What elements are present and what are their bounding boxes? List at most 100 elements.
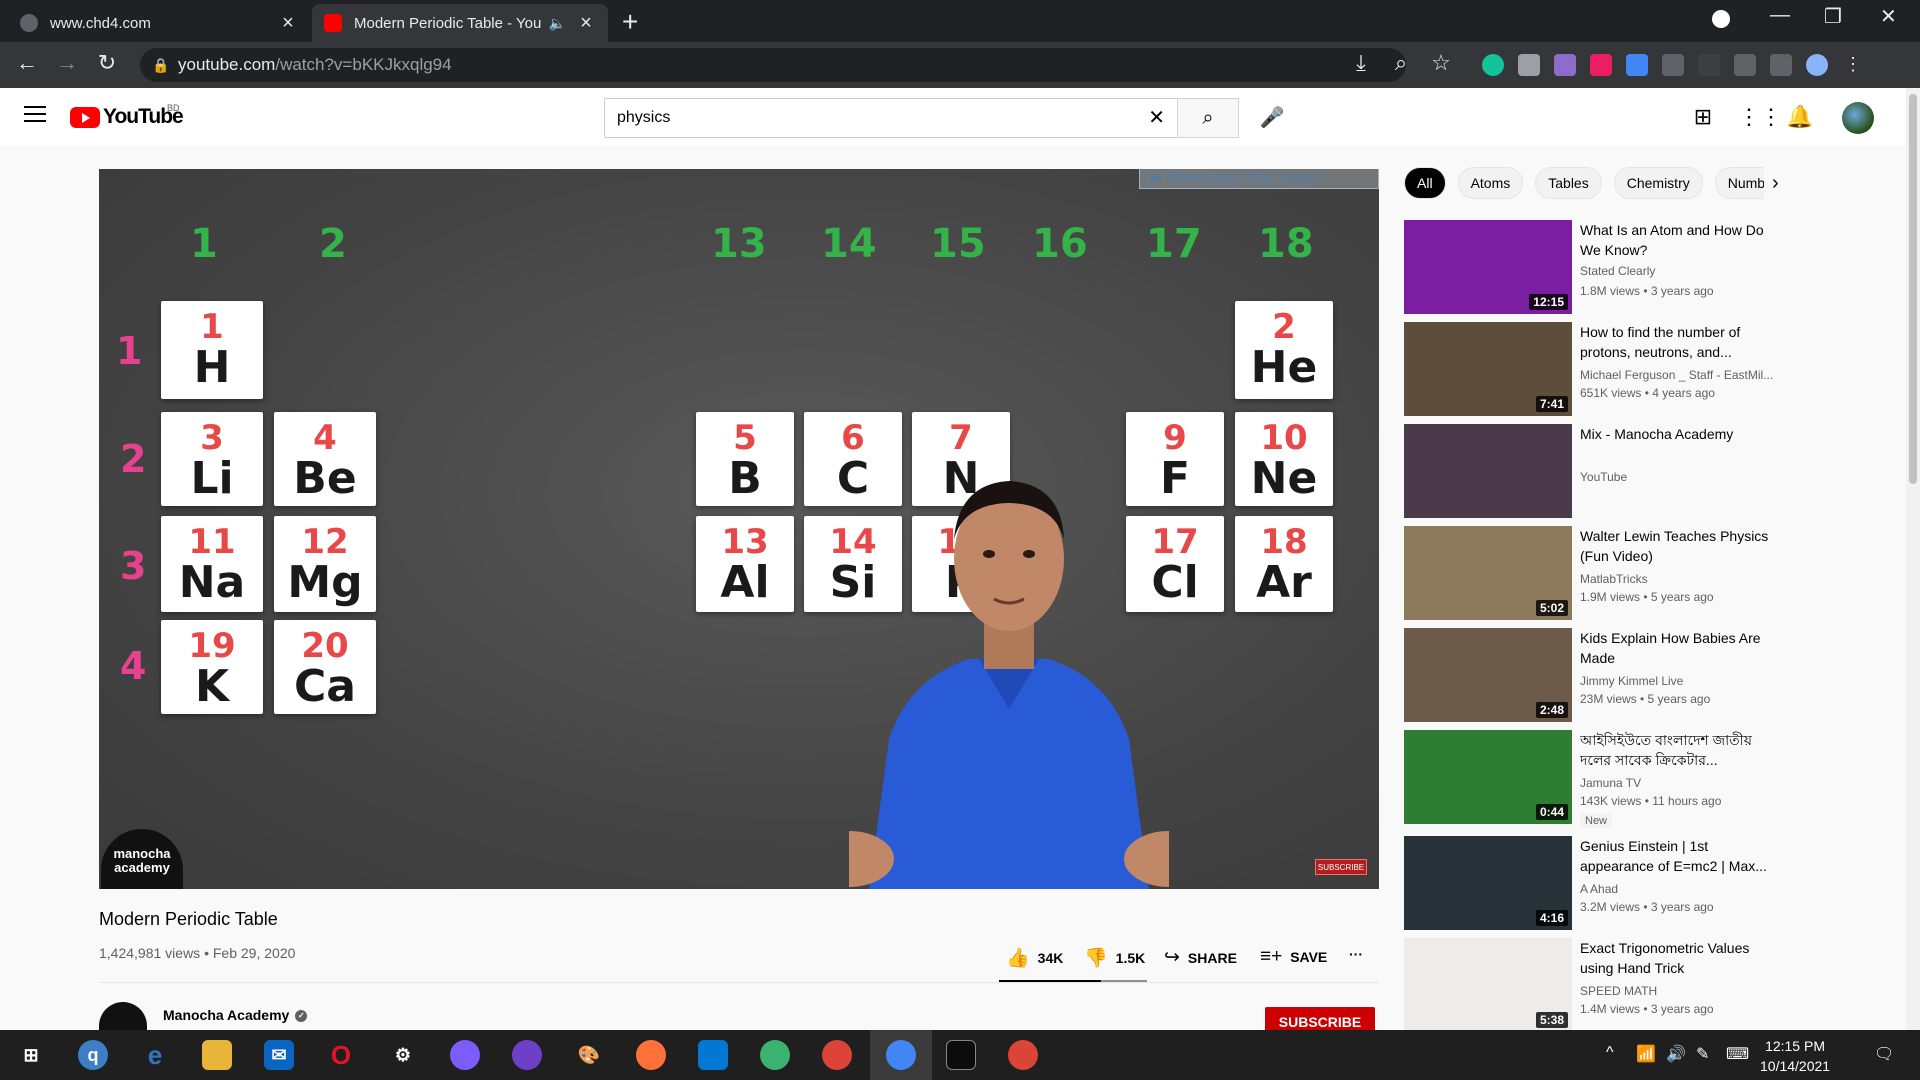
close-tab-icon[interactable]: × [278,12,298,35]
profile-icon[interactable] [1806,54,1828,76]
recommendation-channel[interactable]: Michael Ferguson _ Staff - EastMil... [1580,368,1790,382]
video-thumbnail[interactable] [1404,424,1572,518]
dislike-button[interactable]: 👎 1.5K [1084,946,1145,970]
recommendation-channel[interactable]: Stated Clearly [1580,264,1790,278]
reload-icon[interactable]: ↻ [92,50,122,76]
tab-search-icon[interactable] [1712,10,1730,28]
file-explorer-icon[interactable] [202,1040,232,1070]
search-button[interactable]: ⌕ [1177,98,1239,138]
recommendation-channel[interactable]: Jamuna TV [1580,776,1790,790]
grammarly-icon[interactable] [1482,54,1504,76]
extension-icon[interactable] [1554,54,1576,76]
play-extension-icon[interactable] [1590,54,1612,76]
menu-kebab-icon[interactable]: ⋮ [1842,54,1864,76]
chip-chemistry[interactable]: Chemistry [1613,167,1703,199]
chrome-active-icon[interactable] [886,1040,916,1070]
wifi-icon[interactable]: 📶 [1636,1044,1656,1064]
video-thumbnail[interactable]: 7:41 [1404,322,1572,416]
address-bar[interactable]: 🔒 youtube.com/watch?v=bKKJkxqlg94 [140,48,1406,82]
like-button[interactable]: 👍 34K [1006,946,1063,970]
opera-icon[interactable]: O [326,1040,356,1070]
firefox-icon[interactable] [636,1040,666,1070]
apps-grid-icon[interactable]: ⋮⋮ [1738,104,1782,130]
messenger-icon[interactable] [450,1040,480,1070]
screen-extension-icon[interactable] [1662,54,1684,76]
recommendation-item[interactable]: 2:48 Kids Explain How Babies Are Made Jimm… [1404,628,1904,723]
recommendation-title[interactable]: What Is an Atom and How Do We Know? [1580,220,1784,260]
channel-name[interactable]: Manocha Academy ✓ [163,1007,308,1023]
speaker-icon[interactable]: 🔈 [549,15,566,32]
channel-watermark[interactable]: manocha academy [101,829,183,889]
microphone-icon[interactable]: 🎤 [1254,100,1290,136]
video-thumbnail[interactable]: 5:38 [1404,938,1572,1032]
youtube-logo[interactable]: YouTube BD [70,103,184,129]
video-player[interactable]: ▶ Download this video 1 2 13 14 15 16 17… [99,169,1379,889]
clear-search-icon[interactable]: ✕ [1148,99,1165,137]
puzzle-icon[interactable] [1734,54,1756,76]
new-tab-button[interactable]: + [622,6,638,38]
recommendation-title[interactable]: Genius Einstein | 1st appearance of E=mc… [1580,836,1784,876]
recommendation-item[interactable]: Mix - Manocha Academy YouTube [1404,424,1904,519]
chip-all[interactable]: All [1404,167,1446,199]
save-button[interactable]: ≡+ SAVE [1260,946,1327,968]
pen-extension-icon[interactable] [1698,54,1720,76]
channel-avatar[interactable] [99,1002,147,1030]
recommendation-item[interactable]: 12:15 What Is an Atom and How Do We Know?… [1404,220,1904,315]
install-icon[interactable]: ⤓ [1346,50,1376,76]
reading-list-icon[interactable] [1770,54,1792,76]
close-tab-icon[interactable]: × [576,12,596,35]
download-video-overlay[interactable]: ▶ Download this video [1139,169,1379,189]
chip-atoms[interactable]: Atoms [1457,167,1524,199]
recommendation-title[interactable]: Kids Explain How Babies Are Made [1580,628,1784,668]
pen-icon[interactable]: ✎ [1696,1044,1709,1064]
recommendation-title[interactable]: How to find the number of protons, neutr… [1580,322,1784,362]
recommendation-item[interactable]: 5:02 Walter Lewin Teaches Physics (Fun Vi… [1404,526,1904,621]
mail-icon[interactable]: ✉ [264,1040,294,1070]
recommendation-title[interactable]: আইসিইউতে বাংলাদেশ জাতীয় দলের সাবেক ক্রি… [1580,730,1784,770]
chip-numbers[interactable]: Numb [1714,167,1764,199]
terminal-icon[interactable] [946,1040,976,1070]
vscode-icon[interactable] [698,1040,728,1070]
bookmark-star-icon[interactable]: ☆ [1426,50,1456,76]
notification-center-icon[interactable]: 🗨 [1874,1044,1894,1064]
video-thumbnail[interactable]: 5:02 [1404,526,1572,620]
more-actions-button[interactable]: ··· [1349,946,1363,962]
chip-tables[interactable]: Tables [1535,167,1602,199]
globe-app-icon[interactable] [760,1040,790,1070]
recommendation-item[interactable]: 7:41 How to find the number of protons, n… [1404,322,1904,417]
minimize-icon[interactable]: — [1770,4,1790,27]
recommendation-item[interactable]: 0:44 আইসিইউতে বাংলাদেশ জাতীয় দলের সাবেক … [1404,730,1904,828]
search-input[interactable]: physics ✕ [604,98,1178,138]
recommendation-channel[interactable]: YouTube [1580,470,1790,484]
video-thumbnail[interactable]: 2:48 [1404,628,1572,722]
recommendation-channel[interactable]: MatlabTricks [1580,572,1790,586]
recommendation-title[interactable]: Walter Lewin Teaches Physics (Fun Video) [1580,526,1784,566]
network-app-icon[interactable]: ⚙ [388,1040,418,1070]
video-thumbnail[interactable]: 0:44 [1404,730,1572,824]
volume-icon[interactable]: 🔊 [1666,1044,1686,1064]
restore-icon[interactable]: ❐ [1824,4,1842,29]
camera-icon[interactable] [1518,54,1540,76]
tray-chevron-icon[interactable]: ^ [1606,1044,1614,1062]
subscribe-button[interactable]: SUBSCRIBE [1265,1007,1375,1030]
recommendation-item[interactable]: 5:38 Exact Trigonometric Values using Han… [1404,938,1904,1033]
keyboard-icon[interactable]: ⌨ [1726,1044,1749,1064]
subscribe-watermark[interactable]: SUBSCRIBE [1315,859,1367,875]
download-extension-icon[interactable] [1626,54,1648,76]
forward-icon[interactable]: → [52,50,82,76]
window-close-icon[interactable]: ✕ [1880,4,1897,29]
zoom-icon[interactable]: ⌕ [1386,50,1416,76]
create-video-icon[interactable]: ⊞ [1690,104,1716,130]
recommendation-channel[interactable]: A Ahad [1580,882,1790,896]
share-button[interactable]: ↪ SHARE [1164,946,1237,969]
github-icon[interactable] [512,1040,542,1070]
back-icon[interactable]: ← [12,50,42,76]
chevron-right-icon[interactable]: › [1772,172,1779,195]
tab-youtube[interactable]: Modern Periodic Table - You 🔈 × [312,4,608,42]
system-clock[interactable]: 12:15 PM 10/14/2021 [1760,1036,1830,1076]
user-avatar[interactable] [1842,102,1874,134]
notifications-bell-icon[interactable]: 🔔 [1786,104,1813,130]
chrome-icon[interactable] [822,1040,852,1070]
page-scrollbar[interactable] [1906,88,1920,1030]
recommendation-title[interactable]: Mix - Manocha Academy [1580,424,1784,444]
